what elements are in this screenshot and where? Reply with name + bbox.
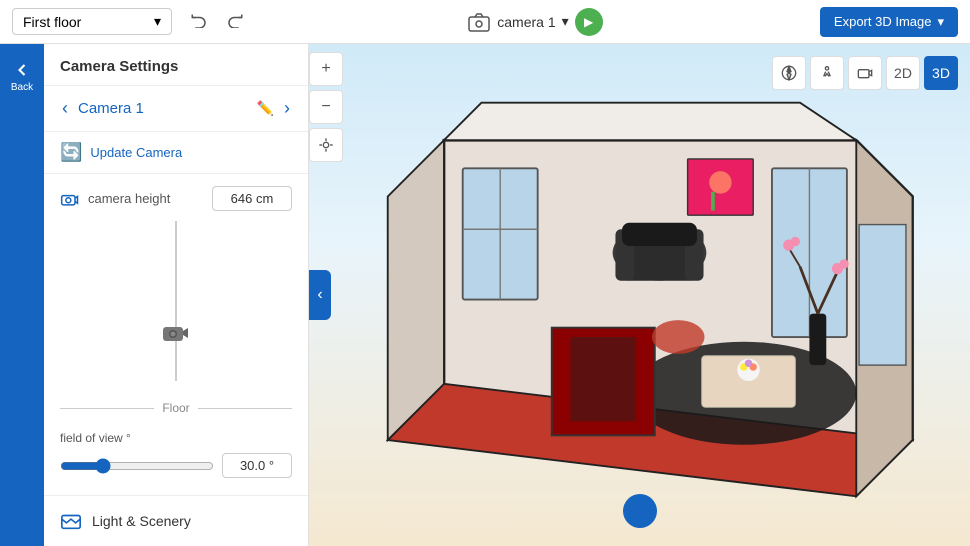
camera-selector: camera 1 ▾ ▶ — [467, 8, 602, 36]
export-chevron-icon: ▾ — [937, 14, 944, 30]
fov-slider-row — [44, 449, 308, 494]
back-button[interactable]: Back — [7, 52, 37, 101]
back-arrow-icon — [12, 60, 32, 80]
export-button[interactable]: Export 3D Image ▾ — [820, 7, 958, 37]
main-area: Back Camera Settings ‹ Camera 1 ✏️ › 🔄 U… — [0, 44, 970, 546]
floor-label: First floor — [23, 14, 81, 30]
floor-label: Floor — [162, 401, 189, 415]
camera-settings-panel: Camera Settings ‹ Camera 1 ✏️ › 🔄 Update… — [44, 44, 309, 546]
viewer-left-toolbar: + − — [309, 44, 343, 170]
floor-line-left — [60, 408, 154, 409]
3d-button[interactable]: 3D — [924, 56, 958, 90]
room-3d-view — [369, 84, 950, 515]
camera-mode-icon — [857, 65, 873, 81]
update-camera-row[interactable]: 🔄 Update Camera — [44, 132, 308, 174]
light-scenery-label: Light & Scenery — [92, 513, 191, 529]
compass-icon — [781, 65, 797, 81]
fov-input[interactable] — [222, 453, 292, 478]
camera-nav-title: Camera 1 — [78, 100, 249, 117]
redo-button[interactable] — [220, 6, 250, 37]
collapse-panel-button[interactable]: ‹ — [309, 270, 331, 320]
locate-icon — [318, 137, 334, 153]
camera-icon — [467, 10, 491, 34]
camera-thumb-icon — [161, 321, 191, 347]
floor-line-right — [198, 408, 292, 409]
update-camera-label: Update Camera — [90, 145, 182, 160]
floor-selector[interactable]: First floor ▾ — [12, 8, 172, 35]
camera-height-input[interactable] — [212, 186, 292, 211]
topbar: First floor ▾ camera 1 ▾ ▶ Export 3D Ima… — [0, 0, 970, 44]
walk-icon — [819, 65, 835, 81]
viewer-right-toolbar: 2D 3D — [772, 56, 958, 90]
blue-indicator[interactable] — [623, 494, 657, 528]
3d-viewer: + − — [309, 44, 970, 546]
light-scenery-icon — [60, 510, 82, 532]
camera-height-slider-container — [44, 217, 308, 401]
camera-nav-row: ‹ Camera 1 ✏️ › — [44, 86, 308, 132]
vertical-slider-track — [175, 221, 177, 381]
camera-name: camera 1 — [497, 14, 555, 30]
chevron-down-icon: ▾ — [154, 13, 161, 30]
floor-label-row: Floor — [44, 401, 308, 423]
undo-redo-group — [184, 6, 250, 37]
camera-settings-title: Camera Settings — [44, 44, 308, 86]
camera-view-button[interactable] — [848, 56, 882, 90]
2d-button[interactable]: 2D — [886, 56, 920, 90]
camera-height-icon — [60, 191, 80, 207]
camera-thumb[interactable] — [161, 321, 191, 352]
zoom-in-button[interactable]: + — [309, 52, 343, 86]
walk-view-button[interactable] — [810, 56, 844, 90]
camera-height-row: camera height — [44, 174, 308, 217]
camera-height-label: camera height — [88, 191, 204, 206]
undo-button[interactable] — [184, 6, 214, 37]
play-button[interactable]: ▶ — [575, 8, 603, 36]
compass-view-button[interactable] — [772, 56, 806, 90]
update-camera-icon: 🔄 — [60, 142, 82, 163]
locate-button[interactable] — [309, 128, 343, 162]
camera-edit-icon[interactable]: ✏️ — [257, 100, 274, 117]
fov-label: field of view ° — [60, 431, 131, 445]
zoom-out-button[interactable]: − — [309, 90, 343, 124]
fov-label-row: field of view ° — [44, 423, 308, 449]
camera-next-button[interactable]: › — [282, 96, 292, 121]
left-sidebar: Back — [0, 44, 44, 546]
light-scenery-row[interactable]: Light & Scenery — [44, 495, 308, 546]
camera-dropdown-icon[interactable]: ▾ — [562, 13, 569, 30]
fov-slider[interactable] — [60, 458, 214, 474]
camera-prev-button[interactable]: ‹ — [60, 96, 70, 121]
